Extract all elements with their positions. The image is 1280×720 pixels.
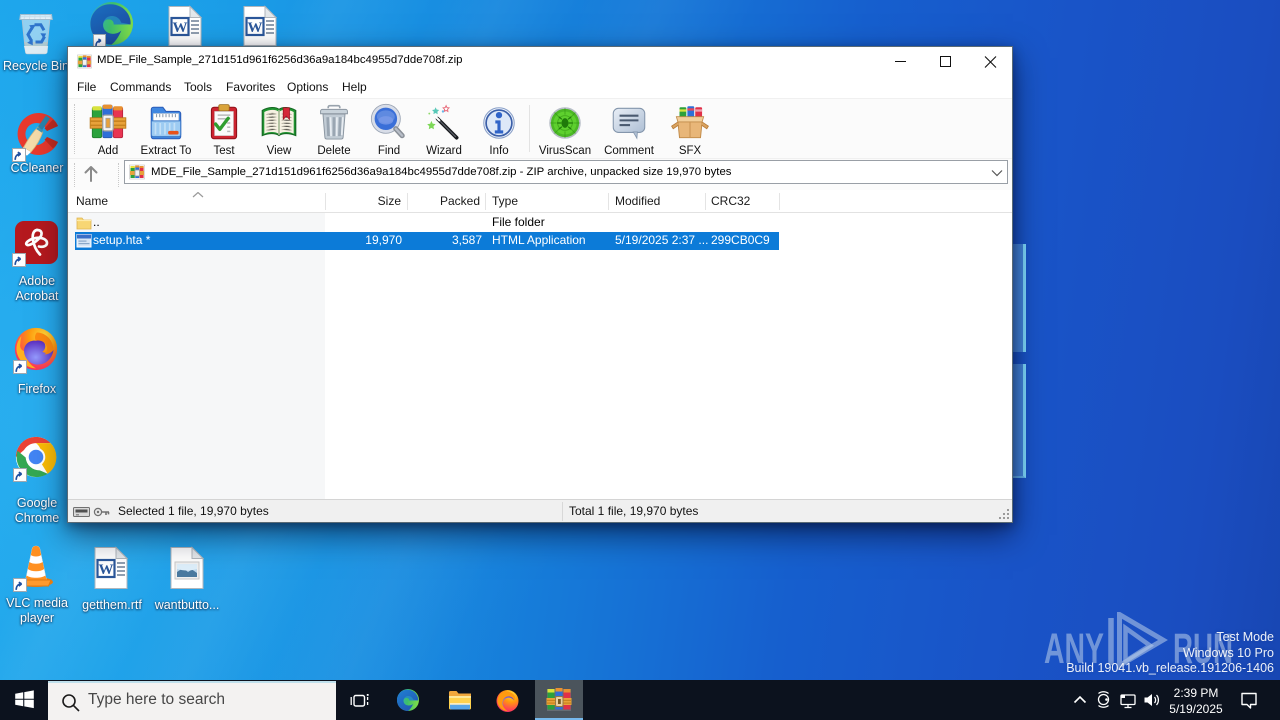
svg-text:W: W	[173, 20, 188, 36]
svg-text:W: W	[248, 20, 263, 36]
svg-text:W: W	[99, 562, 114, 578]
